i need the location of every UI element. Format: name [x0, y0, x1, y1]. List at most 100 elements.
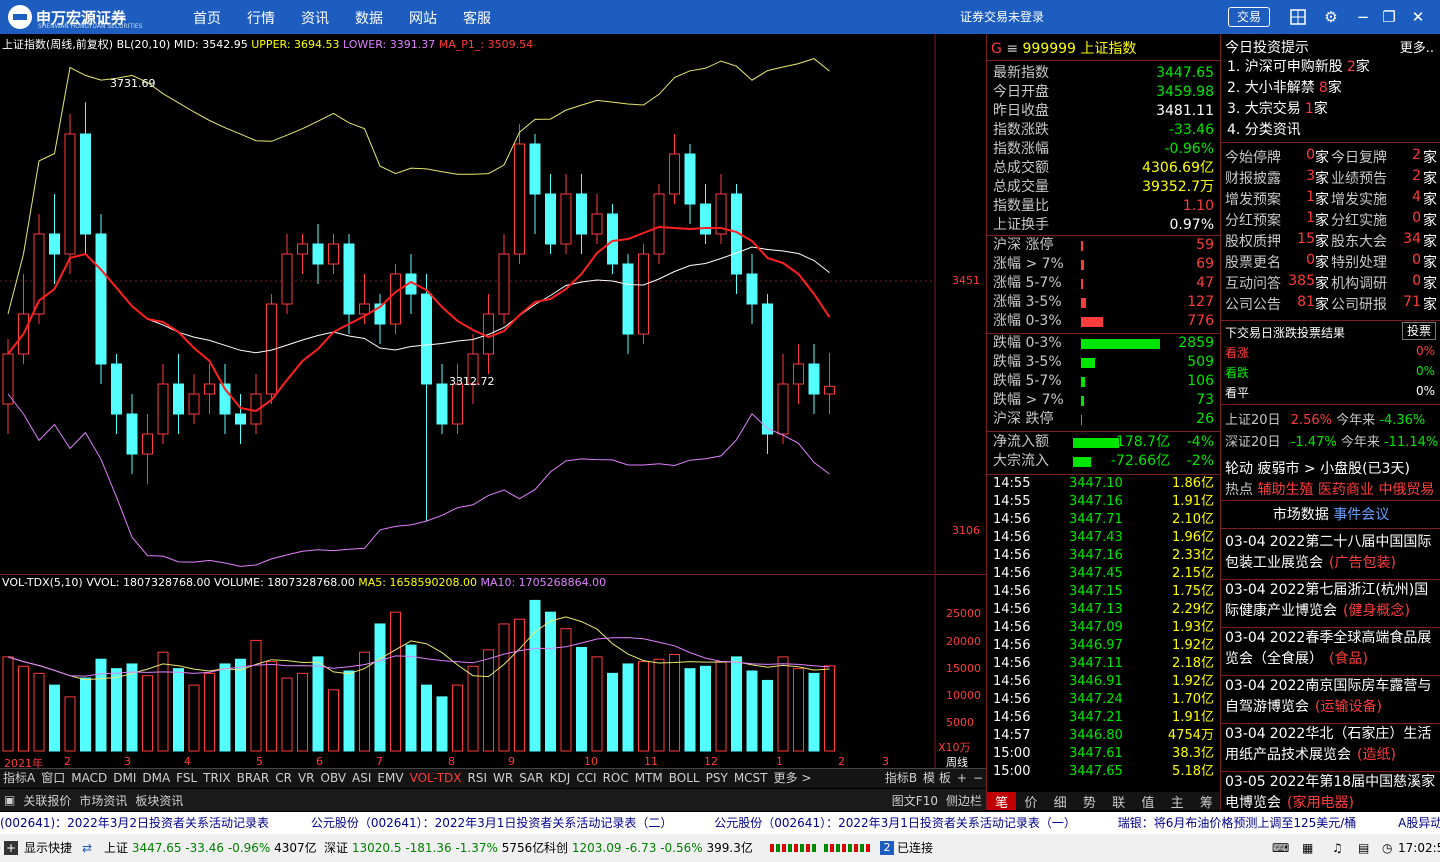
- volume-bar[interactable]: [49, 684, 60, 752]
- grid-label[interactable]: 分红实施: [1331, 210, 1387, 230]
- volume-bar[interactable]: [219, 663, 231, 752]
- tip-item[interactable]: 1. 沪深可申购新股 2家: [1227, 56, 1370, 76]
- volume-bar[interactable]: [793, 668, 804, 752]
- volume-bar[interactable]: [483, 649, 494, 752]
- grid-label[interactable]: 股权质押: [1225, 231, 1281, 251]
- indicator-tab[interactable]: PSY: [703, 769, 731, 788]
- candle[interactable]: [111, 363, 122, 415]
- restore-icon[interactable]: ❐: [1378, 6, 1400, 28]
- candle[interactable]: [529, 143, 541, 195]
- volume-bar[interactable]: [684, 668, 696, 752]
- volume-bar[interactable]: [343, 670, 355, 752]
- nav-home[interactable]: 首页: [193, 8, 221, 28]
- tab-related-quote[interactable]: 关联报价: [19, 792, 75, 809]
- sidebar-button[interactable]: 侧边栏: [942, 792, 986, 809]
- sh-index[interactable]: 上证 3447.65 -33.46 -0.96% 4307亿: [104, 834, 317, 862]
- tick-row[interactable]: 14:56 3447.71 2.10亿: [993, 511, 1214, 529]
- volume-bar[interactable]: [188, 684, 200, 752]
- nav-website[interactable]: 网站: [409, 8, 437, 28]
- candle[interactable]: [684, 153, 696, 205]
- volume-bar[interactable]: [18, 665, 29, 752]
- volume-bar[interactable]: [715, 661, 727, 752]
- candle[interactable]: [700, 203, 711, 235]
- tab-price[interactable]: 价: [1016, 792, 1045, 811]
- ticker-item[interactable]: (002641)：2022年3月2日投资者关系活动记录表: [0, 816, 269, 830]
- f10-button[interactable]: 图文F10: [888, 792, 942, 809]
- volume-bar[interactable]: [374, 623, 386, 752]
- volume-bar[interactable]: [95, 658, 107, 752]
- candle[interactable]: [328, 243, 339, 265]
- candle[interactable]: [669, 153, 680, 195]
- tick-row[interactable]: 14:56 3447.16 2.33亿: [993, 547, 1214, 565]
- candle[interactable]: [622, 263, 634, 335]
- candle[interactable]: [808, 363, 820, 395]
- candle[interactable]: [607, 213, 618, 265]
- tick-row[interactable]: 14:56 3447.13 2.29亿: [993, 601, 1214, 619]
- tab-market-data[interactable]: 市场数据: [1273, 507, 1329, 523]
- tick-row[interactable]: 14:56 3447.24 1.70亿: [993, 691, 1214, 709]
- candle[interactable]: [746, 273, 758, 305]
- volume-bar[interactable]: [328, 689, 339, 752]
- event-item[interactable]: 03-04 2022华北（石家庄）生活用纸产品技术展览会 (造纸): [1225, 724, 1439, 770]
- sh-icon[interactable]: ⇄: [82, 834, 92, 862]
- event-item[interactable]: 03-04 2022第七届浙江(杭州)国际健康产业博览会 (健身概念): [1225, 580, 1439, 626]
- hot-topic[interactable]: 辅助生殖: [1257, 482, 1313, 498]
- zoom-in-button[interactable]: +: [954, 769, 970, 788]
- candle[interactable]: [80, 133, 91, 235]
- volume-bar[interactable]: [33, 672, 45, 752]
- tab-detail[interactable]: 细: [1046, 792, 1075, 811]
- login-status[interactable]: 证券交易未登录: [960, 8, 1044, 25]
- tile-icon[interactable]: ▦: [1302, 834, 1313, 862]
- volume-bar[interactable]: [700, 665, 711, 752]
- indicator-tab[interactable]: MACD: [68, 769, 110, 788]
- volume-bar[interactable]: [746, 670, 758, 752]
- volume-chart[interactable]: VOL-TDX(5,10) VVOL: 1807328768.00 VOLUME…: [0, 574, 986, 770]
- kc-index[interactable]: 科创 1203.09 -6.73 -0.56% 399.3亿: [544, 834, 753, 862]
- tick-row[interactable]: 14:56 3447.21 1.91亿: [993, 709, 1214, 727]
- more-link[interactable]: 更多..: [1400, 37, 1434, 56]
- volume-bar[interactable]: [467, 665, 479, 752]
- indicator-tab[interactable]: BRAR: [234, 769, 273, 788]
- indicator-tab[interactable]: EMV: [374, 769, 406, 788]
- tab-market-news[interactable]: 市场资讯: [75, 792, 131, 809]
- tab-main[interactable]: 主: [1163, 792, 1192, 811]
- candle[interactable]: [204, 383, 215, 395]
- candle[interactable]: [777, 383, 789, 435]
- volume-bar[interactable]: [250, 639, 262, 752]
- menu-icon[interactable]: ≡: [1006, 41, 1018, 57]
- panel-toggle-icon[interactable]: ▣: [0, 793, 19, 807]
- candle[interactable]: [545, 193, 556, 245]
- nav-news[interactable]: 资讯: [301, 8, 329, 28]
- ticker-item[interactable]: 公元股份（002641）：2022年3月1日投资者关系活动记录表（一）: [714, 816, 1076, 830]
- indicator-tab[interactable]: KDJ: [547, 769, 574, 788]
- kline-plot[interactable]: [0, 34, 986, 574]
- candle[interactable]: [560, 193, 572, 245]
- indicator-tab[interactable]: TRIX: [200, 769, 233, 788]
- tip-item[interactable]: 4. 分类资讯: [1227, 119, 1305, 139]
- tab-value[interactable]: 值: [1133, 792, 1162, 811]
- volume-bar[interactable]: [157, 651, 169, 752]
- bell-icon[interactable]: ♫: [1332, 834, 1343, 862]
- indicator-tab[interactable]: SAR: [516, 769, 546, 788]
- volume-bar[interactable]: [235, 658, 246, 752]
- volume-bar[interactable]: [390, 611, 401, 752]
- vote-button[interactable]: 投票: [1402, 322, 1436, 340]
- event-item[interactable]: 03-04 2022第二十八届中国国际包装工业展览会 (广告包装): [1225, 532, 1439, 578]
- sz-index[interactable]: 深证 13020.5 -181.36 -1.37% 5756亿: [324, 834, 544, 862]
- volume-bar[interactable]: [421, 684, 432, 752]
- candle[interactable]: [436, 383, 448, 425]
- tip-item[interactable]: 3. 大宗交易 1家: [1227, 98, 1328, 118]
- tick-row[interactable]: 14:55 3447.16 1.91亿: [993, 493, 1214, 511]
- event-item[interactable]: 03-04 2022春季全球高端食品展览会（全食展） (食品): [1225, 628, 1439, 674]
- volume-bar[interactable]: [514, 618, 525, 752]
- volume-bar[interactable]: [142, 675, 153, 752]
- tick-row[interactable]: 14:57 3446.80 4754万: [993, 727, 1214, 745]
- volume-bar[interactable]: [653, 658, 665, 752]
- candle[interactable]: [359, 303, 370, 315]
- candle[interactable]: [126, 413, 138, 455]
- settings-gear-icon[interactable]: ⚙: [1320, 6, 1342, 28]
- candle[interactable]: [452, 383, 463, 425]
- template-tab[interactable]: 模 板: [920, 769, 954, 788]
- tick-row[interactable]: 14:56 3446.97 1.92亿: [993, 637, 1214, 655]
- volume-bar[interactable]: [436, 696, 448, 752]
